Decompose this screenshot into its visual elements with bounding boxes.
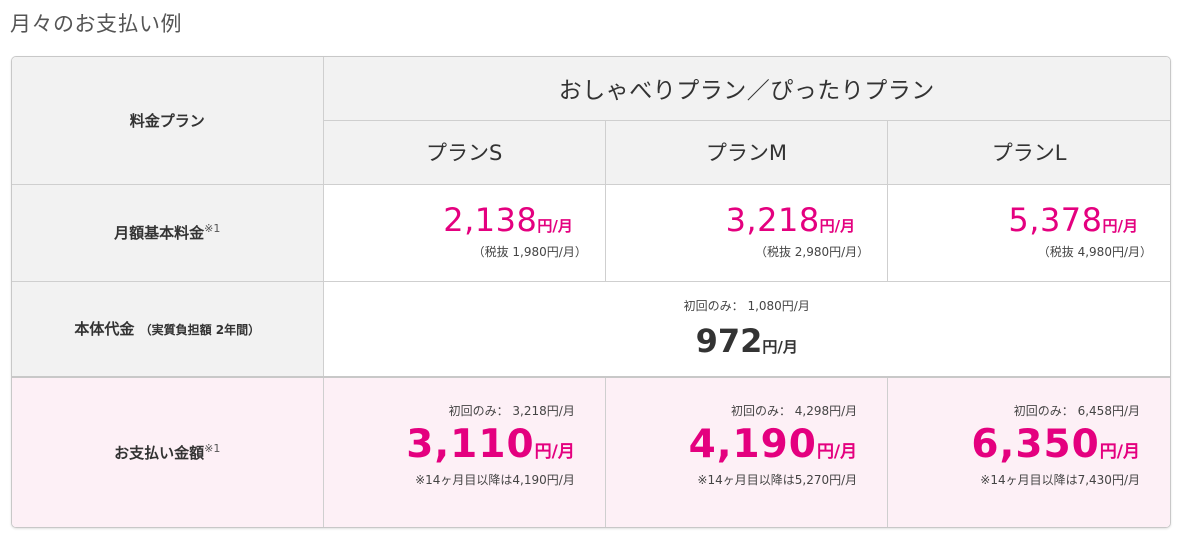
plan-m-header: プランM <box>604 119 889 185</box>
monthly-tax-note: （税抜 4,980円/月） <box>1037 244 1152 259</box>
device-first-payment: 初回のみ： 1,080円/月 <box>683 299 810 314</box>
device-price: 972 <box>695 322 763 361</box>
payment-label: お支払い金額※1 <box>12 376 324 527</box>
pricing-grid: 料金プラン おしゃべりプラン／ぴったりプラン プランS プランM プランL 月額… <box>12 57 1170 527</box>
payment-later-note: ※14ヶ月目以降は5,270円/月 <box>697 473 858 487</box>
monthly-unit: 円/月 <box>537 216 573 235</box>
monthly-unit: 円/月 <box>819 216 856 235</box>
device-cost-label-sub: （実質負担額 2年間） <box>139 323 261 338</box>
payment-later-note: ※14ヶ月目以降は4,190円/月 <box>415 473 575 487</box>
device-cost-label-text: 本体代金 <box>74 320 135 339</box>
page-title: 月々のお支払い例 <box>10 12 182 36</box>
plan-l-header: プランL <box>887 119 1170 185</box>
payment-note: ※1 <box>204 442 221 455</box>
monthly-fee-label: 月額基本料金※1 <box>12 183 324 282</box>
payment-unit: 円/月 <box>1099 442 1140 462</box>
monthly-tax-note: （税抜 1,980円/月） <box>472 244 587 259</box>
plan-label-header: 料金プラン <box>12 57 324 185</box>
monthly-fee-label-text: 月額基本料金 <box>114 224 205 242</box>
monthly-price: 3,218 <box>725 200 820 239</box>
device-cost-value: 初回のみ： 1,080円/月 972円/月 <box>322 280 1170 378</box>
payment-plan-s: 初回のみ： 3,218円/月 3,110円/月 ※14ヶ月目以降は4,190円/… <box>322 376 606 527</box>
payment-plan-m: 初回のみ： 4,298円/月 4,190円/月 ※14ヶ月目以降は5,270円/… <box>604 376 889 527</box>
payment-plan-l: 初回のみ： 6,458円/月 6,350円/月 ※14ヶ月目以降は7,430円/… <box>887 376 1170 527</box>
payment-price: 6,350 <box>971 422 1100 467</box>
monthly-unit: 円/月 <box>1102 216 1138 235</box>
monthly-price: 2,138 <box>443 200 538 239</box>
pricing-table: 料金プラン おしゃべりプラン／ぴったりプラン プランS プランM プランL 月額… <box>11 56 1171 528</box>
payment-unit: 円/月 <box>534 442 575 462</box>
payment-first-month: 初回のみ： 6,458円/月 <box>1013 404 1140 418</box>
monthly-fee-plan-l: 5,378円/月 （税抜 4,980円/月） <box>887 183 1170 282</box>
payment-later-note: ※14ヶ月目以降は7,430円/月 <box>980 473 1140 487</box>
plan-label-text: 料金プラン <box>129 111 205 130</box>
monthly-price: 5,378 <box>1008 200 1103 239</box>
plan-group-header: おしゃべりプラン／ぴったりプラン <box>322 57 1170 121</box>
payment-unit: 円/月 <box>816 442 858 462</box>
payment-first-month: 初回のみ： 4,298円/月 <box>730 404 858 418</box>
monthly-fee-note: ※1 <box>204 222 221 235</box>
device-unit: 円/月 <box>762 338 798 357</box>
monthly-fee-plan-m: 3,218円/月 （税抜 2,980円/月） <box>604 183 889 282</box>
plan-s-header: プランS <box>323 119 606 185</box>
device-cost-label: 本体代金 （実質負担額 2年間） <box>12 280 324 378</box>
monthly-tax-note: （税抜 2,980円/月） <box>754 244 870 259</box>
payment-price: 3,110 <box>406 422 535 467</box>
payment-price: 4,190 <box>688 422 817 467</box>
payment-label-text: お支払い金額 <box>114 444 205 462</box>
monthly-fee-plan-s: 2,138円/月 （税抜 1,980円/月） <box>322 183 606 282</box>
payment-first-month: 初回のみ： 3,218円/月 <box>448 404 575 418</box>
